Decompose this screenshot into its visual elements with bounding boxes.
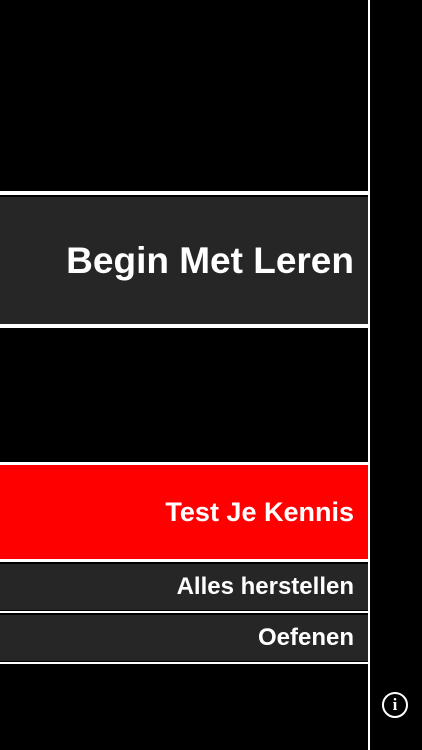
begin-learning-label: Begin Met Leren: [66, 239, 354, 281]
reset-all-button[interactable]: Alles herstellen: [0, 564, 368, 610]
divider-practice-bottom: [0, 662, 370, 664]
app-screen: Begin Met Leren Test Je Kennis Alles her…: [0, 0, 422, 750]
practice-label: Oefenen: [257, 624, 354, 651]
practice-button[interactable]: Oefenen: [0, 615, 368, 661]
begin-learning-button[interactable]: Begin Met Leren: [0, 197, 368, 324]
test-knowledge-label: Test Je Kennis: [165, 496, 354, 527]
divider-begin-bottom: [0, 324, 370, 328]
info-glyph: i: [392, 695, 398, 714]
test-knowledge-button[interactable]: Test Je Kennis: [0, 465, 368, 559]
info-icon[interactable]: i: [382, 692, 408, 718]
divider-reset-bottom: [0, 611, 370, 613]
reset-all-label: Alles herstellen: [176, 573, 354, 600]
divider-top: [0, 191, 370, 195]
vertical-divider: [368, 0, 370, 750]
divider-test-bottom: [0, 559, 370, 562]
